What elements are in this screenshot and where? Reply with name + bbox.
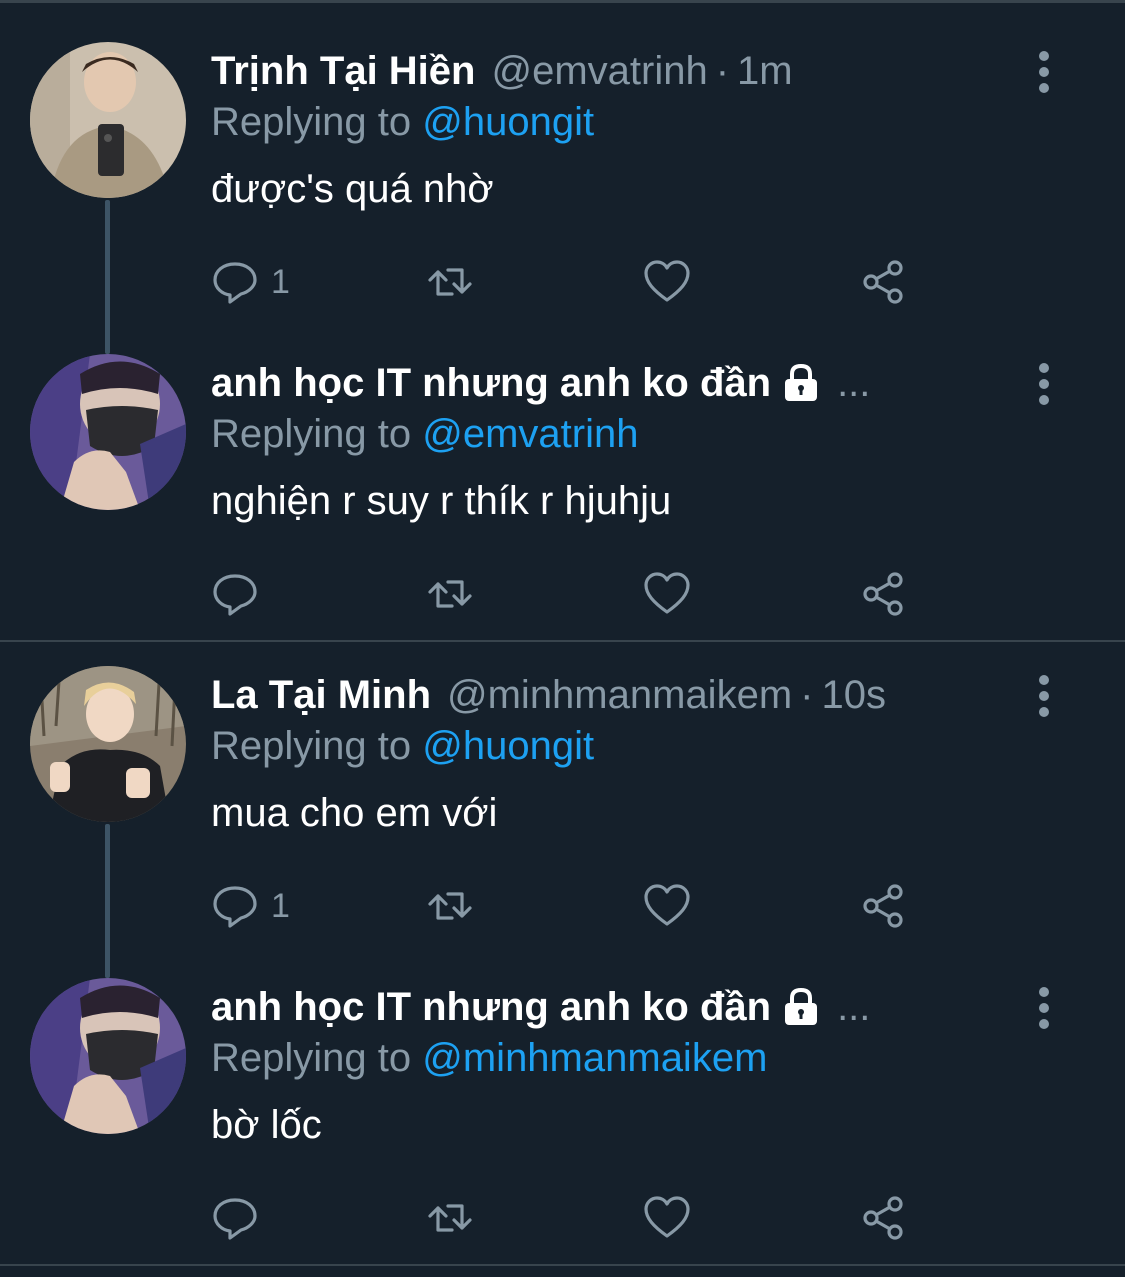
avatar[interactable] bbox=[30, 42, 186, 198]
timestamp[interactable]: 10s bbox=[821, 673, 886, 718]
retweet-button[interactable] bbox=[426, 1194, 474, 1242]
reply-button[interactable] bbox=[211, 570, 271, 618]
display-name[interactable]: anh học IT nhưng anh ko đần bbox=[211, 985, 771, 1030]
share-icon bbox=[863, 1196, 903, 1240]
replying-to: Replying to @huongit bbox=[211, 724, 594, 769]
retweet-button[interactable] bbox=[426, 882, 474, 930]
thread-2: La Tại Minh @minhmanmaikem · 10s Replyin… bbox=[0, 624, 1125, 1264]
retweet-icon bbox=[428, 580, 472, 608]
separator-dot: · bbox=[800, 672, 814, 717]
replying-to-label: Replying to bbox=[211, 412, 412, 456]
reply-count: 1 bbox=[271, 262, 290, 301]
replying-to-label: Replying to bbox=[211, 100, 412, 144]
mention-link[interactable]: @minhmanmaikem bbox=[422, 1036, 767, 1080]
username-handle[interactable]: ... bbox=[837, 985, 870, 1030]
like-button[interactable] bbox=[643, 882, 691, 930]
tweet-actions bbox=[211, 570, 931, 618]
reply-icon bbox=[213, 886, 257, 928]
reply-button[interactable]: 1 bbox=[211, 882, 290, 930]
username-handle[interactable]: ... bbox=[837, 361, 870, 406]
reply-icon bbox=[213, 574, 257, 616]
replying-to-label: Replying to bbox=[211, 1036, 412, 1080]
like-icon bbox=[644, 260, 690, 302]
like-icon bbox=[644, 1196, 690, 1238]
avatar-photo bbox=[30, 978, 186, 1134]
tweet-text: được's quá nhờ bbox=[211, 167, 494, 211]
share-button[interactable] bbox=[859, 882, 907, 930]
avatar[interactable] bbox=[30, 666, 186, 822]
lock-icon bbox=[785, 987, 818, 1025]
tweet[interactable]: anh học IT nhưng anh ko đần ... Replying… bbox=[0, 312, 1125, 624]
share-icon bbox=[863, 260, 903, 304]
replying-to: Replying to @huongit bbox=[211, 100, 594, 145]
tweet[interactable]: anh học IT nhưng anh ko đần ... Replying… bbox=[0, 936, 1125, 1248]
like-button[interactable] bbox=[643, 1194, 691, 1242]
separator-dot: · bbox=[715, 48, 730, 93]
share-button[interactable] bbox=[859, 1194, 907, 1242]
timestamp[interactable]: 1m bbox=[737, 49, 793, 94]
username-handle[interactable]: @minhmanmaikem bbox=[447, 673, 792, 718]
share-button[interactable] bbox=[859, 258, 907, 306]
thread-1: Trịnh Tại Hiền @emvatrinh · 1m Replying … bbox=[0, 0, 1125, 640]
share-icon bbox=[863, 884, 903, 928]
reply-icon bbox=[213, 262, 257, 304]
avatar[interactable] bbox=[30, 978, 186, 1134]
avatar-photo bbox=[30, 354, 186, 510]
reply-count: 1 bbox=[271, 886, 290, 925]
like-icon bbox=[644, 884, 690, 926]
tweet-actions: 1 bbox=[211, 258, 931, 306]
display-name[interactable]: Trịnh Tại Hiền bbox=[211, 49, 475, 94]
replying-to: Replying to @emvatrinh bbox=[211, 412, 638, 457]
reply-button[interactable]: 1 bbox=[211, 258, 290, 306]
tweet-text: mua cho em với bbox=[211, 791, 498, 835]
replying-to: Replying to @minhmanmaikem bbox=[211, 1036, 767, 1081]
avatar-photo bbox=[30, 666, 186, 822]
like-button[interactable] bbox=[643, 570, 691, 618]
like-button[interactable] bbox=[643, 258, 691, 306]
tweet-text: nghiện r suy r thík r hjuhju bbox=[211, 479, 672, 523]
more-options-icon[interactable] bbox=[1026, 362, 1062, 406]
share-button[interactable] bbox=[859, 570, 907, 618]
tweet-header: anh học IT nhưng anh ko đần ... bbox=[211, 982, 870, 1032]
tweet-header: anh học IT nhưng anh ko đần ... bbox=[211, 358, 870, 408]
tweet-actions: 1 bbox=[211, 882, 931, 930]
retweet-button[interactable] bbox=[426, 570, 474, 618]
bottom-divider bbox=[0, 1264, 1125, 1266]
mention-link[interactable]: @emvatrinh bbox=[422, 412, 638, 456]
tweet[interactable]: La Tại Minh @minhmanmaikem · 10s Replyin… bbox=[0, 624, 1125, 936]
retweet-icon bbox=[428, 1204, 472, 1232]
more-options-icon[interactable] bbox=[1026, 50, 1062, 94]
tweet[interactable]: Trịnh Tại Hiền @emvatrinh · 1m Replying … bbox=[0, 0, 1125, 312]
display-name[interactable]: anh học IT nhưng anh ko đần bbox=[211, 361, 771, 406]
tweet-text: bờ lốc bbox=[211, 1103, 322, 1147]
reply-icon bbox=[213, 1198, 257, 1240]
reply-button[interactable] bbox=[211, 1194, 271, 1242]
lock-icon bbox=[785, 363, 818, 401]
mention-link[interactable]: @huongit bbox=[422, 724, 594, 768]
retweet-icon bbox=[428, 268, 472, 296]
display-name[interactable]: La Tại Minh bbox=[211, 673, 431, 718]
mention-link[interactable]: @huongit bbox=[422, 100, 594, 144]
tweet-actions bbox=[211, 1194, 931, 1242]
replying-to-label: Replying to bbox=[211, 724, 412, 768]
avatar-photo bbox=[30, 42, 186, 198]
retweet-icon bbox=[428, 892, 472, 920]
tweet-header: La Tại Minh @minhmanmaikem · 10s bbox=[211, 670, 886, 720]
share-icon bbox=[863, 572, 903, 616]
avatar[interactable] bbox=[30, 354, 186, 510]
tweet-header: Trịnh Tại Hiền @emvatrinh · 1m bbox=[211, 46, 793, 96]
more-options-icon[interactable] bbox=[1026, 674, 1062, 718]
more-options-icon[interactable] bbox=[1026, 986, 1062, 1030]
retweet-button[interactable] bbox=[426, 258, 474, 306]
like-icon bbox=[644, 572, 690, 614]
username-handle[interactable]: @emvatrinh bbox=[491, 49, 707, 94]
